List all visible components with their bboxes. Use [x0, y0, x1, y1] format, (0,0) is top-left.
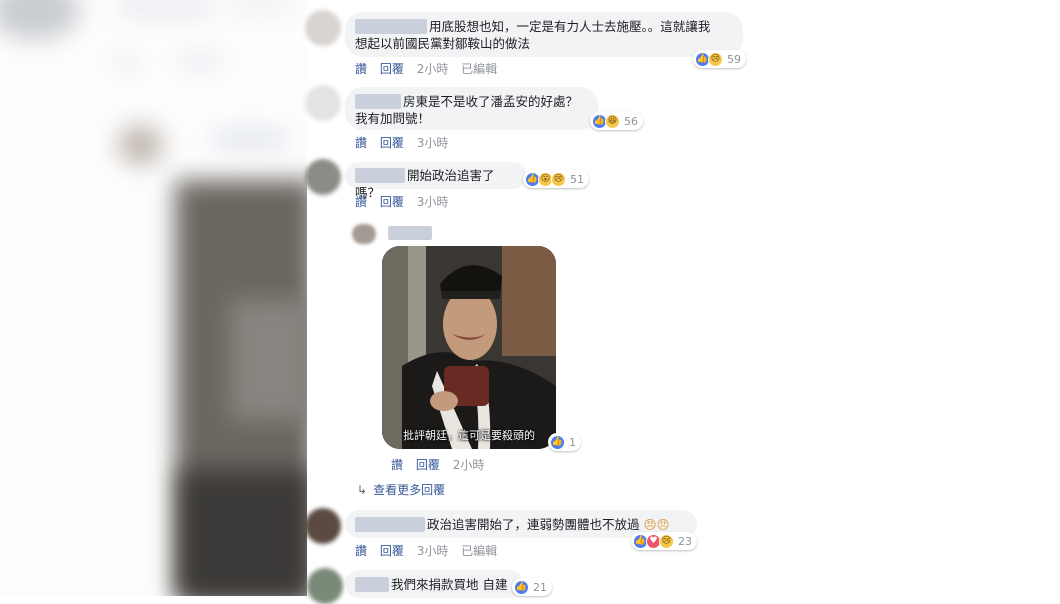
like-link[interactable]: 讚 — [355, 195, 367, 209]
meme-illustration — [382, 246, 556, 449]
comment-bubble: 開始政治追害了嗎？ — [345, 162, 527, 200]
reply-link[interactable]: 回覆 — [380, 195, 404, 209]
commenter-name[interactable] — [355, 517, 425, 532]
comment-bubble: 我們來捐款買地 自建 — [345, 570, 523, 598]
like-link[interactable]: 讚 — [355, 544, 367, 558]
comment-actions: 讚 回覆 3小時 — [355, 134, 457, 151]
meme-caption: 批評朝廷，這可是要殺頭的 — [403, 429, 535, 442]
like-reaction-icon: 👍 — [550, 434, 565, 450]
reply-link[interactable]: 回覆 — [380, 136, 404, 150]
reply-link[interactable]: 回覆 — [380, 544, 404, 558]
comment-text: 用底股想也知，一定是有力人士去施壓。。這就讓我 — [429, 19, 711, 34]
avatar[interactable] — [305, 10, 341, 46]
edited-label[interactable]: 已編輯 — [461, 544, 497, 558]
view-more-replies-label: 查看更多回覆 — [373, 483, 446, 497]
comment-text: 想起以前國民黨對鄒鞍山的做法 — [355, 36, 531, 51]
timestamp[interactable]: 3小時 — [417, 544, 449, 558]
sad-reaction-icon: 😢 — [708, 51, 723, 67]
sad-reaction-icon: 😢 — [551, 171, 566, 187]
timestamp[interactable]: 3小時 — [417, 195, 449, 209]
comment-text: 我有加問號！ — [355, 111, 431, 126]
comment-actions: 讚 回覆 3小時 已編輯 — [355, 542, 506, 559]
reaction-summary[interactable]: 👍 😢 59 — [693, 50, 746, 68]
view-more-replies-link[interactable]: ↳ 查看更多回覆 — [357, 481, 445, 498]
edited-label[interactable]: 已編輯 — [461, 62, 497, 76]
reaction-summary[interactable]: 👍 😆 56 — [590, 112, 643, 130]
blurred-background — [0, 0, 307, 596]
reply-link[interactable]: 回覆 — [416, 458, 440, 472]
timestamp[interactable]: 2小時 — [417, 62, 449, 76]
timestamp[interactable]: 2小時 — [453, 458, 485, 472]
comment-actions: 讚 回覆 2小時 — [391, 456, 493, 473]
comment-text: 我們來捐款買地 自建 — [391, 577, 508, 592]
avatar[interactable] — [305, 85, 341, 121]
like-link[interactable]: 讚 — [355, 136, 367, 150]
commenter-name[interactable] — [355, 577, 389, 592]
comment-actions: 讚 回覆 2小時 已編輯 — [355, 60, 506, 77]
comment-bubble: 用底股想也知，一定是有力人士去施壓。。這就讓我 想起以前國民黨對鄒鞍山的做法 — [345, 12, 743, 57]
commenter-name[interactable] — [355, 19, 427, 34]
reaction-count: 1 — [569, 435, 576, 449]
reaction-summary[interactable]: 👍 21 — [512, 578, 552, 596]
reply-name[interactable] — [388, 226, 432, 240]
avatar[interactable] — [307, 568, 343, 604]
reaction-count: 21 — [533, 580, 547, 594]
reply-link[interactable]: 回覆 — [380, 62, 404, 76]
reaction-summary[interactable]: 👍 1 — [548, 433, 581, 451]
comment-bubble: 房東是不是收了潘孟安的好處？ 我有加問號！ — [345, 87, 598, 130]
reply-arrow-icon: ↳ — [357, 483, 368, 497]
comment-text: 政治追害開始了，連弱勢團體也不放過 — [427, 517, 640, 532]
like-reaction-icon: 👍 — [514, 579, 529, 595]
reaction-summary[interactable]: 👍 ♥ 😢 23 — [631, 532, 697, 550]
reaction-count: 51 — [570, 172, 584, 186]
like-link[interactable]: 讚 — [355, 62, 367, 76]
reply-avatar[interactable] — [352, 224, 376, 244]
angry-emoji-icon: 😠😠 — [643, 517, 670, 532]
reaction-count: 59 — [727, 52, 741, 66]
timestamp[interactable]: 3小時 — [417, 136, 449, 150]
comment-text: 房東是不是收了潘孟安的好處？ — [403, 94, 579, 109]
commenter-name[interactable] — [355, 168, 405, 183]
meme-image[interactable]: 批評朝廷，這可是要殺頭的 — [382, 246, 556, 449]
sad-reaction-icon: 😢 — [659, 533, 674, 549]
avatar[interactable] — [305, 159, 341, 195]
commenter-name[interactable] — [355, 94, 401, 109]
like-link[interactable]: 讚 — [391, 458, 403, 472]
reaction-summary[interactable]: 👍 😮 😢 51 — [523, 170, 589, 188]
avatar[interactable] — [305, 508, 341, 544]
haha-reaction-icon: 😆 — [605, 113, 620, 129]
reaction-count: 56 — [624, 114, 638, 128]
comment-actions: 讚 回覆 3小時 — [355, 193, 457, 210]
reaction-count: 23 — [678, 534, 692, 548]
